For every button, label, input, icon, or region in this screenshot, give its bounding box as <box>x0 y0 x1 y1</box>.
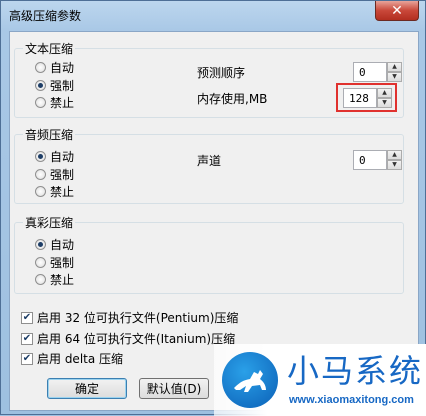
enable-64bit-checkbox[interactable]: ✔ 启用 64 位可执行文件(Itanium)压缩 <box>21 330 235 347</box>
audio-auto-radio[interactable]: 自动 <box>35 148 74 165</box>
checkmark-icon: ✔ <box>21 311 33 324</box>
enable-32bit-checkbox[interactable]: ✔ 启用 32 位可执行文件(Pentium)压缩 <box>21 309 238 326</box>
audio-disable-radio[interactable]: 禁止 <box>35 183 74 200</box>
spin-up-icon[interactable]: ▲ <box>387 150 402 160</box>
horse-icon <box>234 370 266 392</box>
watermark-overlay: 小马系统 www.xiaomaxitong.com <box>214 344 426 416</box>
radio-selected-icon <box>35 80 46 91</box>
radio-icon <box>35 169 46 180</box>
radio-label: 自动 <box>50 238 75 252</box>
checkmark-icon: ✔ <box>21 352 33 365</box>
radio-selected-icon <box>35 239 46 250</box>
text-compression-title: 文本压缩 <box>23 40 76 57</box>
ok-button[interactable]: 确定 <box>47 378 127 399</box>
truecolor-compression-title: 真彩压缩 <box>23 214 76 231</box>
dialog-window: 高级压缩参数 ✕ 文本压缩 自动 强制 禁止 预测顺序 0 ▲ ▼ 内存使用,MB… <box>0 0 426 416</box>
radio-label: 禁止 <box>50 96 75 110</box>
radio-label: 自动 <box>50 150 75 164</box>
spin-up-icon[interactable]: ▲ <box>387 62 402 72</box>
spin-down-icon[interactable]: ▼ <box>387 160 402 170</box>
audio-force-radio[interactable]: 强制 <box>35 166 74 183</box>
text-disable-radio[interactable]: 禁止 <box>35 94 74 111</box>
enable-delta-checkbox[interactable]: ✔ 启用 delta 压缩 <box>21 350 123 367</box>
window-title: 高级压缩参数 <box>9 9 82 23</box>
truecolor-force-radio[interactable]: 强制 <box>35 254 74 271</box>
close-icon: ✕ <box>391 2 403 19</box>
predict-order-value[interactable]: 0 <box>353 62 387 82</box>
truecolor-disable-radio[interactable]: 禁止 <box>35 271 74 288</box>
brand-url: www.xiaomaxitong.com <box>289 394 414 406</box>
spin-down-icon[interactable]: ▼ <box>387 72 402 82</box>
radio-label: 禁止 <box>50 185 75 199</box>
memory-usage-label: 内存使用,MB <box>197 92 268 106</box>
channels-value[interactable]: 0 <box>353 150 387 170</box>
radio-icon <box>35 274 46 285</box>
radio-label: 禁止 <box>50 273 75 287</box>
defaults-button[interactable]: 默认值(D) <box>139 378 209 399</box>
red-highlight-box <box>336 83 397 112</box>
title-bar[interactable]: 高级压缩参数 ✕ <box>1 1 425 31</box>
horse-logo-icon <box>222 352 278 408</box>
radio-icon <box>35 257 46 268</box>
predict-order-spinner[interactable]: 0 ▲ ▼ <box>353 62 402 82</box>
truecolor-auto-radio[interactable]: 自动 <box>35 236 74 253</box>
radio-icon <box>35 97 46 108</box>
checkbox-label: 启用 64 位可执行文件(Itanium)压缩 <box>37 332 236 346</box>
radio-icon <box>35 62 46 73</box>
predict-order-label: 预测顺序 <box>197 66 246 80</box>
checkmark-icon: ✔ <box>21 332 33 345</box>
text-auto-radio[interactable]: 自动 <box>35 59 74 76</box>
channels-label: 声道 <box>197 154 222 168</box>
radio-label: 强制 <box>50 168 75 182</box>
channels-spinner[interactable]: 0 ▲ ▼ <box>353 150 402 170</box>
radio-selected-icon <box>35 151 46 162</box>
radio-icon <box>35 186 46 197</box>
radio-label: 自动 <box>50 61 75 75</box>
checkbox-label: 启用 delta 压缩 <box>37 352 124 366</box>
text-force-radio[interactable]: 强制 <box>35 77 74 94</box>
radio-label: 强制 <box>50 79 75 93</box>
checkbox-label: 启用 32 位可执行文件(Pentium)压缩 <box>37 311 239 325</box>
brand-name: 小马系统 <box>287 352 424 390</box>
audio-compression-title: 音频压缩 <box>23 126 76 143</box>
radio-label: 强制 <box>50 256 75 270</box>
close-button[interactable]: ✕ <box>375 1 419 21</box>
